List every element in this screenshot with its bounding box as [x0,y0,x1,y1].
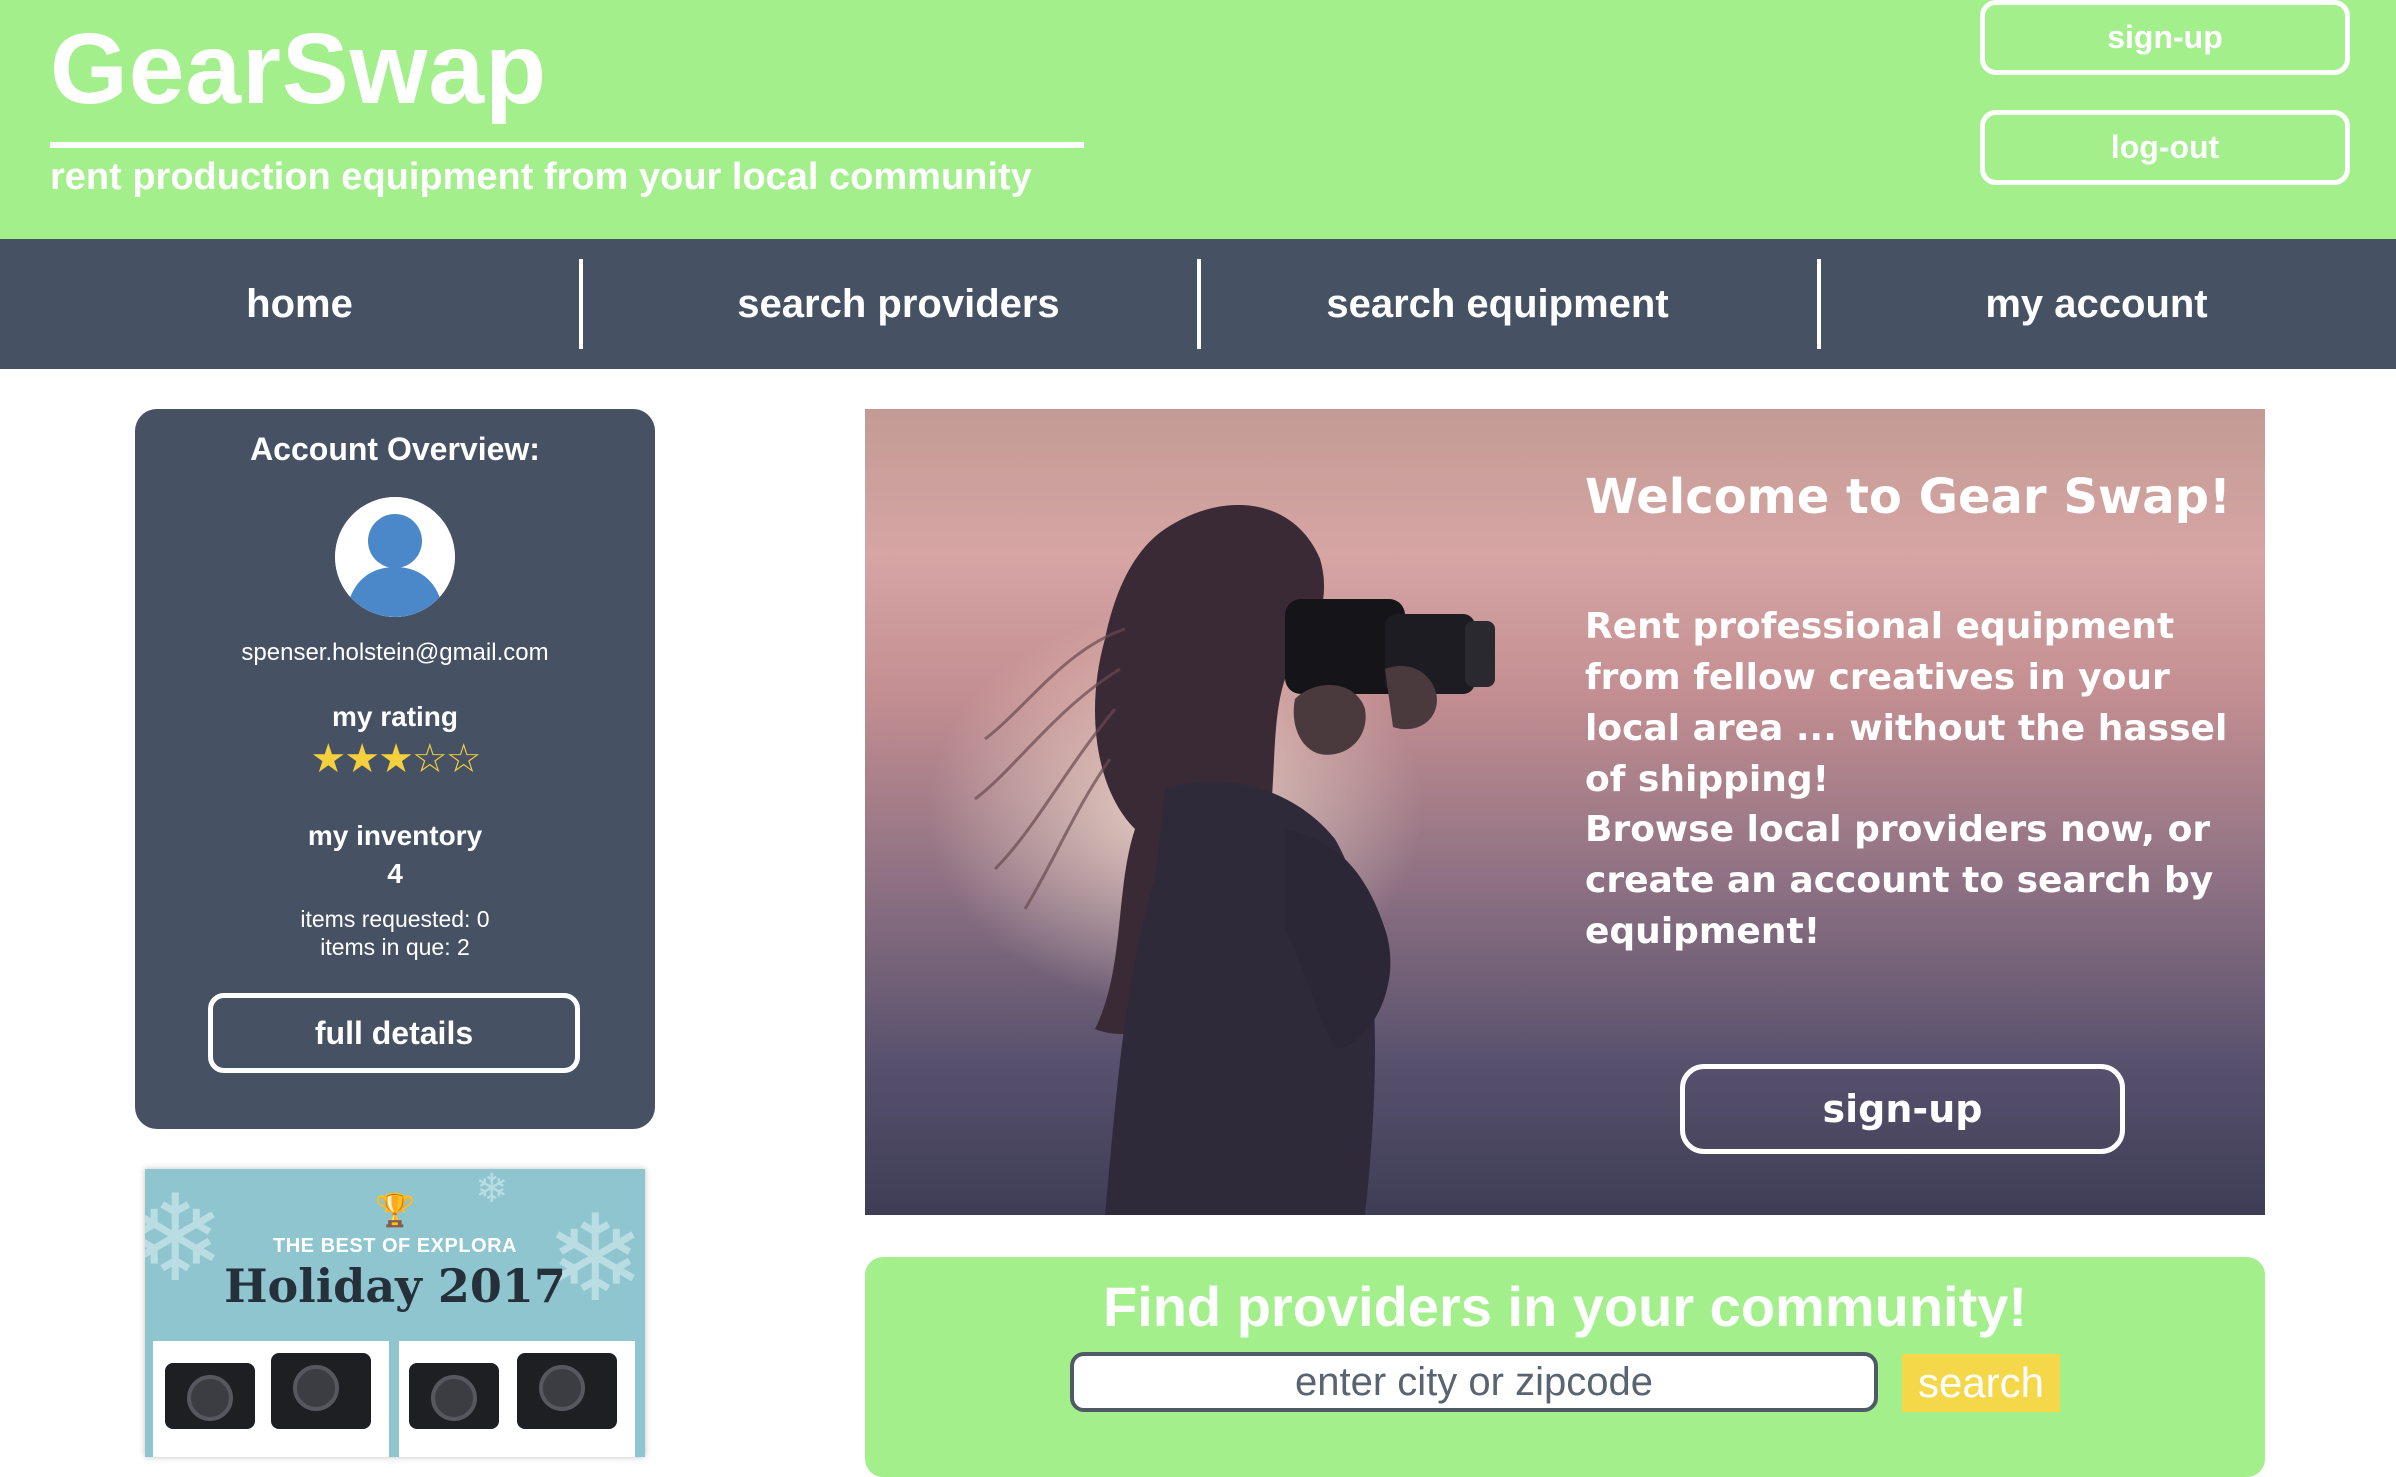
nav-item-label: home [246,281,353,326]
star-empty-icon: ☆ [411,737,448,781]
nav-item-home[interactable]: home [0,239,599,369]
site-tagline: rent production equipment from your loca… [50,156,1032,198]
main-nav: home search providers search equipment m… [0,239,2396,369]
user-avatar-icon[interactable] [335,497,455,617]
hero-title: Welcome to Gear Swap! [1585,469,2231,525]
nav-item-label: search providers [737,281,1060,326]
location-search-input[interactable] [1070,1352,1878,1412]
inventory-label: my inventory [307,820,483,851]
nav-item-my-account[interactable]: my account [1797,239,2396,369]
provider-finder: Find providers in your community! search [865,1257,2265,1477]
ad-kicker: THE BEST OF EXPLORA [273,1235,517,1257]
header-signup-button[interactable]: sign-up [1980,0,2350,75]
site-logo[interactable]: GearSwap [50,14,547,124]
rating-stars: ★★★☆☆ [135,737,655,781]
nav-item-label: search equipment [1326,281,1669,326]
hero-description: Rent professional equipment from fellow … [1585,606,2228,800]
ad-product-panel [399,1341,635,1457]
trophy-icon: 🏆 [375,1192,415,1228]
ad-product-panel [153,1341,389,1457]
account-overview-title: Account Overview: [250,431,540,467]
hero-signup-button[interactable]: sign-up [1680,1064,2125,1154]
hero-banner: Welcome to Gear Swap! Rent professional … [865,409,2265,1215]
camera-icon [165,1363,255,1429]
star-filled-icon: ★ [310,737,346,781]
nav-divider [1817,259,1821,349]
nav-item-search-equipment[interactable]: search equipment [1198,239,1797,369]
finder-title: Find providers in your community! [1102,1275,2028,1338]
account-overview-card: Account Overview: spenser.holstein@gmail… [135,409,655,1129]
camera-icon [271,1353,371,1429]
logo-underline [50,142,1084,148]
header-logout-button[interactable]: log-out [1980,110,2350,185]
nav-item-label: my account [1985,281,2208,326]
full-details-button[interactable]: full details [208,993,580,1073]
ad-title: Holiday 2017 [224,1259,566,1313]
hero-call-to-action-text: Browse local providers now, or create an… [1585,809,2214,952]
location-search-button[interactable]: search [1902,1354,2060,1412]
explora-holiday-ad[interactable]: ❄ ❄ ❄ 🏆 THE BEST OF EXPLORA Holiday 2017 [145,1169,645,1457]
site-header: GearSwap rent production equipment from … [0,0,2396,239]
star-filled-icon: ★ [344,737,380,781]
items-requested: items requested: 0 [300,906,490,932]
nav-divider [579,259,583,349]
camera-icon [409,1363,499,1429]
camera-icon [517,1353,617,1429]
nav-divider [1197,259,1201,349]
items-in-que: items in que: 2 [320,934,470,960]
nav-item-search-providers[interactable]: search providers [599,239,1198,369]
account-email: spenser.holstein@gmail.com [241,639,549,666]
rating-label: my rating [331,701,459,732]
star-empty-icon: ☆ [445,737,482,781]
star-filled-icon: ★ [378,737,414,781]
inventory-count: 4 [387,858,403,889]
